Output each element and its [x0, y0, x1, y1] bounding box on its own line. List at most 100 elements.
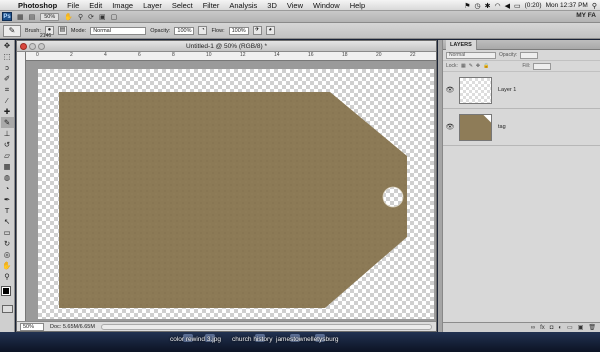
mini-bridge-icon[interactable]: ▤: [29, 13, 36, 21]
arrange-documents-icon[interactable]: ▣: [99, 13, 106, 21]
horizontal-scrollbar[interactable]: [100, 323, 432, 330]
battery-icon[interactable]: ▭: [514, 2, 521, 10]
mode-select[interactable]: Normal: [90, 26, 147, 35]
type-tool-icon[interactable]: T: [1, 205, 14, 216]
clone-stamp-tool-icon[interactable]: ⊥: [1, 128, 14, 139]
eye-visibility-icon[interactable]: 👁: [443, 123, 457, 131]
layer-style-icon[interactable]: fx: [540, 325, 545, 331]
wifi-icon[interactable]: ◠: [494, 2, 500, 10]
rectangle-tool-icon[interactable]: ▭: [1, 227, 14, 238]
lock-paint-icon[interactable]: ✎: [469, 63, 473, 69]
crop-tool-icon[interactable]: ⌗: [1, 84, 14, 95]
new-layer-icon[interactable]: ▣: [578, 324, 584, 331]
opacity-pressure-toggle[interactable]: ◔: [198, 26, 208, 35]
3d-orbit-tool-icon[interactable]: ◎: [1, 249, 14, 260]
layer-name[interactable]: Layer 1: [498, 87, 516, 93]
spotlight-icon[interactable]: ⚲: [592, 2, 597, 10]
time-machine-icon[interactable]: ◷: [474, 2, 480, 10]
link-layers-icon[interactable]: ∞: [531, 325, 535, 331]
menu-layer[interactable]: Layer: [138, 0, 167, 11]
horizontal-ruler[interactable]: 0 2 4 6 8 10 12 14 16 18 20 22: [26, 52, 436, 61]
mode-label: Mode:: [70, 27, 87, 34]
layer-blend-mode-select[interactable]: Normal: [446, 51, 496, 59]
flow-field[interactable]: 100%: [228, 26, 249, 35]
tab-layers[interactable]: LAYERS: [446, 40, 477, 50]
canvas-area[interactable]: [26, 61, 436, 322]
rotate-view-icon[interactable]: ⟳: [88, 13, 94, 21]
workspace-switcher[interactable]: MY FA: [576, 12, 596, 19]
path-selection-tool-icon[interactable]: ↖: [1, 216, 14, 227]
pen-tool-icon[interactable]: ✒: [1, 194, 14, 205]
eyedropper-tool-icon[interactable]: ⁄: [1, 95, 14, 106]
layer-row[interactable]: 👁 Layer 1: [443, 72, 600, 109]
document-size-info[interactable]: Doc: 5.65M/6.65M: [50, 324, 95, 330]
lock-position-icon[interactable]: ✥: [476, 63, 480, 69]
quick-mask-button[interactable]: [1, 305, 13, 313]
menu-app-name[interactable]: Photoshop: [13, 0, 62, 11]
menu-image[interactable]: Image: [107, 0, 138, 11]
menu-view[interactable]: View: [282, 0, 308, 11]
lasso-tool-icon[interactable]: ↄ: [1, 62, 14, 73]
size-pressure-toggle[interactable]: ◕: [265, 26, 275, 35]
gift-tag-shape[interactable]: [38, 69, 434, 319]
screen-mode-icon[interactable]: ▢: [111, 13, 118, 21]
dock-label[interactable]: church history: [232, 336, 272, 343]
layer-opacity-field[interactable]: [520, 51, 539, 59]
close-window-button[interactable]: [20, 43, 27, 50]
hand-tool-icon[interactable]: ✋: [64, 13, 73, 21]
status-zoom-field[interactable]: 50%: [20, 322, 44, 331]
menu-clock[interactable]: Mon 12:37 PM: [546, 2, 588, 9]
new-group-icon[interactable]: ▭: [567, 324, 573, 331]
move-tool-icon[interactable]: ✥: [1, 40, 14, 51]
dock-label[interactable]: color rewind 3.jpg: [170, 336, 221, 343]
gradient-tool-icon[interactable]: ▦: [1, 161, 14, 172]
blur-tool-icon[interactable]: ◍: [1, 172, 14, 183]
volume-icon[interactable]: ◀: [505, 2, 510, 10]
delete-layer-icon[interactable]: 🗑: [588, 324, 596, 331]
menu-edit[interactable]: Edit: [84, 0, 107, 11]
airbrush-toggle[interactable]: ✈: [252, 26, 262, 35]
eraser-tool-icon[interactable]: ▱: [1, 150, 14, 161]
dock-label[interactable]: jamestownelletysburg: [276, 336, 339, 343]
menu-filter[interactable]: Filter: [198, 0, 225, 11]
menu-file[interactable]: File: [62, 0, 84, 11]
quick-select-tool-icon[interactable]: ✐: [1, 73, 14, 84]
lock-all-icon[interactable]: 🔒: [483, 63, 489, 69]
flag-icon[interactable]: ⚑: [464, 2, 470, 10]
tool-preset-picker[interactable]: ✎: [3, 24, 21, 37]
menu-analysis[interactable]: Analysis: [224, 0, 262, 11]
history-brush-tool-icon[interactable]: ↺: [1, 139, 14, 150]
3d-rotate-tool-icon[interactable]: ↻: [1, 238, 14, 249]
transparent-canvas[interactable]: [38, 69, 434, 319]
menu-select[interactable]: Select: [167, 0, 198, 11]
add-mask-icon[interactable]: ◘: [550, 325, 554, 331]
foreground-color-swatch[interactable]: [1, 286, 11, 296]
adjustment-layer-icon[interactable]: ◐: [558, 325, 562, 331]
bridge-icon[interactable]: ▦: [17, 13, 24, 21]
lock-pixels-icon[interactable]: ▦: [461, 63, 466, 69]
layers-panel-header: LAYERS: [443, 40, 600, 50]
tag-body: [59, 92, 407, 308]
brush-tool-icon[interactable]: ✎: [0, 117, 14, 128]
healing-brush-tool-icon[interactable]: ✚: [1, 106, 14, 117]
layer-row[interactable]: 👁 tag: [443, 109, 600, 146]
zoom-level-select[interactable]: 50%: [40, 12, 60, 21]
bluetooth-icon[interactable]: ✱: [485, 2, 491, 10]
menu-window[interactable]: Window: [308, 0, 345, 11]
menu-3d[interactable]: 3D: [262, 0, 282, 11]
layer-fill-field[interactable]: [533, 62, 552, 70]
layer-name[interactable]: tag: [498, 124, 506, 130]
minimize-window-button[interactable]: [29, 43, 36, 50]
zoom-window-button[interactable]: [38, 43, 45, 50]
eye-visibility-icon[interactable]: 👁: [443, 86, 457, 94]
opacity-field[interactable]: 100%: [174, 26, 195, 35]
dodge-tool-icon[interactable]: ◔: [1, 183, 14, 194]
document-title-bar[interactable]: Untitled-1 @ 50% (RGB/8) *: [17, 41, 436, 52]
menu-help[interactable]: Help: [345, 0, 370, 11]
hand-tool-icon[interactable]: ✋: [1, 260, 14, 271]
zoom-tool-icon[interactable]: ⚲: [1, 271, 14, 282]
brush-panel-toggle[interactable]: ▤: [57, 26, 67, 35]
vertical-ruler[interactable]: [17, 52, 26, 321]
zoom-tool-icon[interactable]: ⚲: [78, 13, 83, 21]
marquee-tool-icon[interactable]: ⬚: [1, 51, 14, 62]
